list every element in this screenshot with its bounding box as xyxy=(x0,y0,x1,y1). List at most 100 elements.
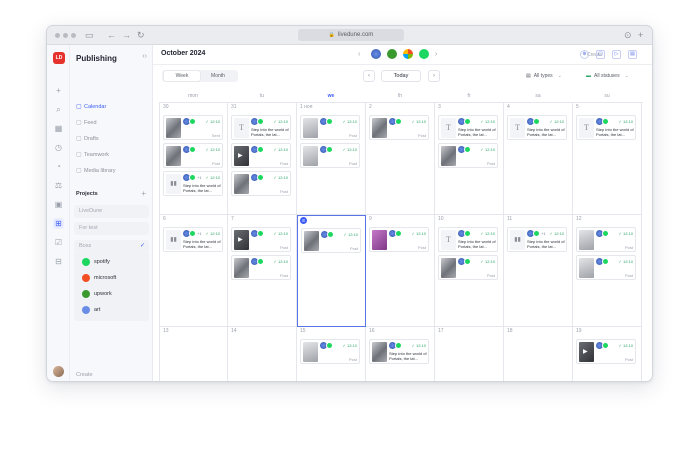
day-cell[interactable]: 30 ✓ 12:10 Sent ✓ 12:10 Post ▮▮ +1 ✓ 12:10 Step … xyxy=(159,103,228,215)
balance-icon[interactable]: ⚖ xyxy=(53,180,64,191)
day-cell[interactable]: 8 ✓ 12:10 Post xyxy=(297,215,366,327)
post-card[interactable]: T ✓ 12:10 Step into the world of Portals, … xyxy=(576,115,636,140)
day-cell[interactable]: 3 T ✓ 12:10 Step into the world of Portals,… xyxy=(435,103,504,215)
post-card[interactable]: ▶ ✓ 12:10 Post xyxy=(576,339,636,364)
post-card[interactable]: ✓ 12:10 Post xyxy=(301,228,361,253)
month-view-tab[interactable]: Month xyxy=(200,71,236,81)
post-card[interactable]: ✓ 12:10 Post xyxy=(576,255,636,280)
types-dropdown[interactable]: ▤ All types ⌄ xyxy=(526,71,562,81)
post-card[interactable]: ✓ 12:10 Post xyxy=(300,115,360,140)
publishing-icon[interactable]: ⊞ xyxy=(53,218,64,229)
post-card[interactable]: ▶ ✓ 12:10 Post xyxy=(231,227,291,252)
project-livedune[interactable]: LiveDune xyxy=(74,205,149,218)
post-card[interactable]: T ✓ 12:10 Step into the world of Portals, … xyxy=(231,115,291,140)
app-logo[interactable]: LD xyxy=(53,52,65,64)
day-cell[interactable]: 4 T ✓ 12:10 Step into the world of Portals,… xyxy=(504,103,573,215)
day-cell[interactable]: 14 xyxy=(228,327,297,381)
day-cell[interactable]: 2 ✓ 12:10 Post xyxy=(366,103,435,215)
day-cell[interactable]: 18 xyxy=(504,327,573,381)
day-cell[interactable]: 13 xyxy=(159,327,228,381)
sidebar-item-drafts[interactable]: ▢ Drafts xyxy=(76,134,99,145)
day-cell[interactable]: 7 ▶ ✓ 12:10 Post ✓ 12:10 Post xyxy=(228,215,297,327)
post-card[interactable]: ✓ 12:10 Post xyxy=(231,171,291,196)
today-button[interactable]: Today xyxy=(381,70,421,82)
dashboard-icon[interactable]: ▦ xyxy=(53,123,64,134)
add-project-icon[interactable]: + xyxy=(141,189,146,198)
create-template-top-icon[interactable]: ▤ xyxy=(628,50,637,59)
prev-period-button[interactable]: ‹ xyxy=(363,70,375,82)
download-icon[interactable]: ⊙ xyxy=(624,29,632,41)
speed-icon[interactable]: ◔ xyxy=(53,161,64,172)
day-cell[interactable]: 12 ✓ 12:10 Post ✓ 12:10 Post xyxy=(573,215,642,327)
post-card[interactable]: ✓ 12:10 Sent xyxy=(163,115,223,140)
post-card[interactable]: ▮▮ +1 ✓ 12:10 Step into the world of Portal… xyxy=(507,227,567,252)
account-upwork[interactable]: upwork xyxy=(82,288,112,300)
next-accounts-icon[interactable]: › xyxy=(435,51,437,58)
day-cell[interactable]: 1 ноя ✓ 12:10 Post ✓ 12:10 Post xyxy=(297,103,366,215)
post-card[interactable]: ▮▮ +1 ✓ 12:10 Step into the world of Portal… xyxy=(163,227,223,252)
create-post-top-icon[interactable]: ⊕ xyxy=(580,50,589,59)
day-cell[interactable]: 19 ▶ ✓ 12:10 Post xyxy=(573,327,642,381)
sidebar-toggle-icon[interactable]: ▭ xyxy=(85,29,94,41)
prev-accounts-icon[interactable]: ‹ xyxy=(358,51,360,58)
account-avatar-art[interactable] xyxy=(371,49,381,59)
search-icon[interactable]: ⌕ xyxy=(53,104,64,115)
post-card[interactable]: ✓ 12:10 Post xyxy=(369,227,429,252)
project-boss[interactable]: Boss ✓ xyxy=(74,240,149,253)
checklist-icon[interactable]: ☑ xyxy=(53,237,64,248)
day-cell[interactable]: 31 T ✓ 12:10 Step into the world of Portals… xyxy=(228,103,297,215)
day-cell[interactable]: 16 ✓ 12:10 Step into the world of Portals,… xyxy=(366,327,435,381)
close-window-dot[interactable] xyxy=(55,33,60,38)
clock-icon[interactable]: ◷ xyxy=(53,142,64,153)
post-card[interactable]: ✓ 12:10 Step into the world of Portals, t… xyxy=(369,339,429,364)
day-cell[interactable]: 9 ✓ 12:10 Post xyxy=(366,215,435,327)
account-microsoft[interactable]: microsoft xyxy=(82,272,116,284)
account-avatar-upwork[interactable] xyxy=(387,49,397,59)
sidebar-item-feed[interactable]: ▢ Feed xyxy=(76,118,97,129)
maximize-window-dot[interactable] xyxy=(71,33,76,38)
create-reel-top-icon[interactable]: ▷ xyxy=(612,50,621,59)
post-card[interactable]: ✓ 12:10 Post xyxy=(438,255,498,280)
post-card[interactable]: ▶ ✓ 12:10 Post xyxy=(231,143,291,168)
collapse-sidebar-icon[interactable]: ‹› xyxy=(142,53,147,60)
inbox-icon[interactable]: ▣ xyxy=(53,199,64,210)
post-card[interactable]: ✓ 12:10 Post xyxy=(300,339,360,364)
minimize-window-dot[interactable] xyxy=(63,33,68,38)
basket-icon[interactable]: ⊟ xyxy=(53,256,64,267)
post-card[interactable]: T ✓ 12:10 Step into the world of Portals, … xyxy=(438,115,498,140)
add-icon[interactable]: + xyxy=(53,85,64,96)
user-avatar[interactable] xyxy=(53,366,64,377)
project-for-test[interactable]: For test xyxy=(74,222,149,235)
post-card[interactable]: ▮▮ +1 ✓ 12:10 Step into the world of Portal… xyxy=(163,171,223,196)
sidebar-item-media-library[interactable]: ▢ Media library xyxy=(76,166,115,177)
next-period-button[interactable]: › xyxy=(428,70,440,82)
statuses-dropdown[interactable]: ▬ All statuses ⌄ xyxy=(586,71,629,81)
post-card[interactable]: T ✓ 12:10 Step into the world of Portals, … xyxy=(507,115,567,140)
post-card[interactable]: ✓ 12:10 Post xyxy=(163,143,223,168)
sidebar-item-teamwork[interactable]: ▢ Teamwork xyxy=(76,150,109,161)
week-view-tab[interactable]: Week xyxy=(164,71,200,81)
account-art[interactable]: art xyxy=(82,304,100,316)
post-card[interactable]: ✓ 12:10 Post xyxy=(369,115,429,140)
account-avatar-microsoft[interactable] xyxy=(403,49,413,59)
post-card[interactable]: ✓ 12:10 Post xyxy=(231,255,291,280)
post-card[interactable]: ✓ 12:10 Post xyxy=(438,143,498,168)
day-cell[interactable]: 17 xyxy=(435,327,504,381)
reload-icon[interactable]: ↻ xyxy=(137,29,145,41)
address-bar[interactable]: 🔒 livedune.com xyxy=(298,29,404,41)
create-story-top-icon[interactable]: ▢ xyxy=(596,50,605,59)
back-arrow-icon[interactable]: ← xyxy=(107,29,116,41)
post-card[interactable]: ✓ 12:10 Post xyxy=(576,227,636,252)
day-cell[interactable]: 6 ▮▮ +1 ✓ 12:10 Step into the world of Porta… xyxy=(159,215,228,327)
forward-arrow-icon[interactable]: → xyxy=(122,29,131,41)
day-cell[interactable]: 11 ▮▮ +1 ✓ 12:10 Step into the world of Port… xyxy=(504,215,573,327)
day-cell[interactable]: 5 T ✓ 12:10 Step into the world of Portals,… xyxy=(573,103,642,215)
day-cell[interactable]: 15 ✓ 12:10 Post xyxy=(297,327,366,381)
sidebar-item-calendar[interactable]: ▢ Calendar xyxy=(76,102,106,113)
new-tab-icon[interactable]: + xyxy=(638,29,643,41)
account-avatar-spotify[interactable] xyxy=(419,49,429,59)
post-card[interactable]: T ✓ 12:10 Step into the world of Portals, … xyxy=(438,227,498,252)
account-spotify[interactable]: spotify xyxy=(82,256,110,268)
day-cell[interactable]: 10 T ✓ 12:10 Step into the world of Portals… xyxy=(435,215,504,327)
post-card[interactable]: ✓ 12:10 Post xyxy=(300,143,360,168)
